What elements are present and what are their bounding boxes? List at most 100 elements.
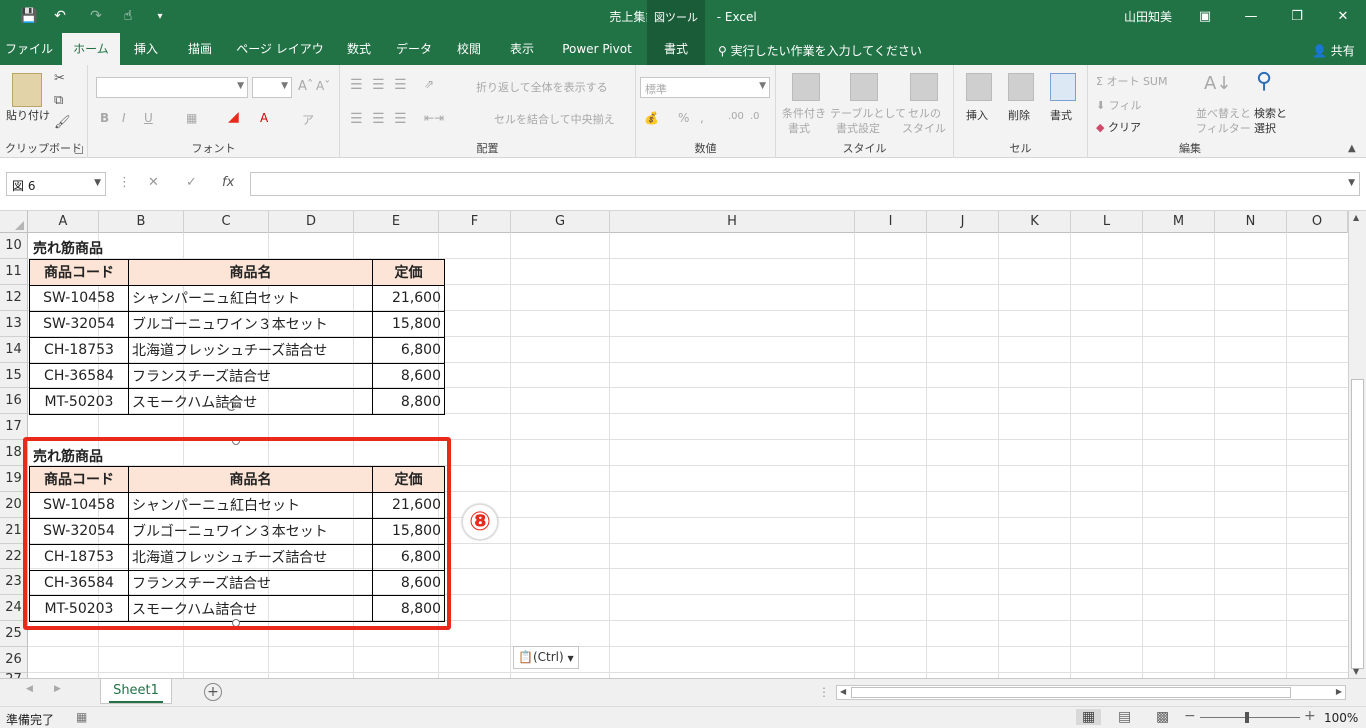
share-button[interactable]: 👤 共有: [1312, 42, 1355, 59]
clear-button[interactable]: ◆ クリア: [1096, 119, 1141, 135]
name-box[interactable]: 図 6 ▼: [6, 172, 106, 196]
cancel-entry-icon[interactable]: ✕: [148, 175, 159, 190]
format-cells-button[interactable]: 書式: [1050, 107, 1072, 123]
column-header-a[interactable]: A: [28, 211, 99, 233]
select-all-button[interactable]: [0, 211, 28, 233]
ribbon-display-icon[interactable]: ▣: [1182, 0, 1228, 33]
comma-style-icon[interactable]: ,: [700, 111, 704, 125]
decrease-decimal-icon[interactable]: .0: [750, 111, 760, 122]
product-code-cell[interactable]: SW-10458: [29, 284, 129, 312]
product-code-cell[interactable]: SW-32054: [29, 310, 129, 338]
align-middle-icon[interactable]: ☰: [372, 77, 385, 93]
align-center-icon[interactable]: ☰: [372, 111, 385, 127]
indent-icon[interactable]: ⇤⇥: [424, 111, 444, 125]
increase-font-icon[interactable]: Aˆ: [298, 79, 313, 94]
tab-picture-format[interactable]: 書式: [647, 33, 705, 65]
zoom-slider-knob[interactable]: [1245, 712, 1249, 723]
zoom-in-icon[interactable]: +: [1304, 708, 1316, 724]
percent-style-icon[interactable]: %: [678, 111, 689, 125]
scroll-up-icon[interactable]: ▲: [1353, 213, 1359, 222]
fill-color-icon[interactable]: ◢: [228, 109, 239, 125]
product-name-cell[interactable]: ブルゴーニュワイン３本セット: [128, 310, 373, 338]
tab-formulas[interactable]: 数式: [336, 33, 382, 65]
row-header[interactable]: 15: [0, 363, 28, 388]
column-header-j[interactable]: J: [927, 211, 999, 233]
accounting-format-icon[interactable]: 💰: [644, 111, 659, 125]
insert-cells-button[interactable]: 挿入: [966, 107, 988, 123]
row-header[interactable]: 11: [0, 259, 28, 285]
underline-icon[interactable]: U: [144, 111, 153, 125]
row-header[interactable]: 12: [0, 285, 28, 311]
row-header[interactable]: 16: [0, 388, 28, 414]
copy-icon[interactable]: ⧉: [54, 93, 63, 108]
format-as-table-button[interactable]: テーブルとして: [830, 105, 906, 121]
borders-icon[interactable]: ▦: [186, 111, 197, 125]
zoom-slider[interactable]: [1200, 717, 1300, 718]
row-header[interactable]: 10: [0, 233, 28, 259]
column-header-n[interactable]: N: [1215, 211, 1287, 233]
fill-button[interactable]: ⬇ フィル: [1096, 97, 1142, 113]
decrease-font-icon[interactable]: Aˇ: [316, 79, 330, 93]
price-cell[interactable]: 21,600: [372, 284, 445, 312]
header-cell[interactable]: 定価: [372, 259, 445, 286]
find-select-icon[interactable]: ⚲: [1256, 69, 1272, 94]
formula-input[interactable]: ▼: [250, 172, 1360, 196]
format-painter-icon[interactable]: 🖌: [54, 115, 71, 130]
tab-view[interactable]: 表示: [500, 33, 544, 65]
autosum-button[interactable]: Σ オート SUM: [1096, 73, 1167, 89]
row-header[interactable]: 14: [0, 337, 28, 363]
cell-styles-button[interactable]: セルの: [908, 105, 941, 121]
price-cell[interactable]: 6,800: [372, 336, 445, 364]
format-as-table-icon[interactable]: [850, 73, 878, 101]
clipboard-launcher-icon[interactable]: [75, 146, 83, 154]
cell-styles-icon[interactable]: [910, 73, 938, 101]
scroll-right-icon[interactable]: ▶: [1336, 687, 1342, 696]
tab-review[interactable]: 校閲: [446, 33, 492, 65]
column-header-i[interactable]: I: [855, 211, 927, 233]
save-icon[interactable]: 💾: [18, 6, 40, 26]
insert-function-icon[interactable]: fx: [222, 175, 234, 190]
delete-cells-button[interactable]: 削除: [1008, 107, 1030, 123]
column-header-m[interactable]: M: [1143, 211, 1215, 233]
scroll-left-icon[interactable]: ◀: [840, 687, 846, 696]
column-header-f[interactable]: F: [439, 211, 511, 233]
bold-icon[interactable]: B: [100, 111, 109, 125]
column-header-b[interactable]: B: [99, 211, 184, 233]
find-select-button[interactable]: 検索と: [1254, 105, 1287, 121]
number-format-combo[interactable]: 標準 ▼: [640, 77, 770, 98]
sort-filter-icon[interactable]: A↓: [1204, 73, 1231, 94]
font-size-combo[interactable]: ▼: [252, 77, 292, 98]
delete-cells-icon[interactable]: [1008, 73, 1034, 101]
zoom-out-icon[interactable]: −: [1184, 708, 1196, 724]
column-header-l[interactable]: L: [1071, 211, 1143, 233]
product-code-cell[interactable]: CH-18753: [29, 336, 129, 364]
zoom-level[interactable]: 100%: [1324, 711, 1358, 725]
add-sheet-icon[interactable]: +: [204, 683, 222, 701]
merge-center-button[interactable]: セルを結合して中央揃え: [494, 111, 615, 127]
row-header[interactable]: 13: [0, 311, 28, 337]
sort-filter-button[interactable]: 並べ替えと: [1196, 105, 1251, 121]
align-right-icon[interactable]: ☰: [394, 111, 407, 127]
tab-power-pivot[interactable]: Power Pivot: [556, 33, 638, 65]
customize-qat-icon[interactable]: ▾: [152, 6, 168, 26]
row-header[interactable]: 17: [0, 414, 28, 440]
conditional-format-button[interactable]: 条件付き: [782, 105, 826, 121]
macro-record-icon[interactable]: ▦: [76, 710, 87, 724]
product-name-cell[interactable]: スモークハム詰合せ: [128, 388, 373, 416]
product-code-cell[interactable]: CH-36584: [29, 362, 129, 390]
restore-icon[interactable]: ❐: [1274, 0, 1320, 33]
wrap-text-button[interactable]: 折り返して全体を表示する: [476, 79, 608, 95]
page-layout-view-icon[interactable]: ▤: [1118, 709, 1131, 725]
column-header-g[interactable]: G: [511, 211, 610, 233]
insert-cells-icon[interactable]: [966, 73, 992, 101]
vertical-scroll-thumb[interactable]: [1351, 379, 1364, 669]
font-color-icon[interactable]: A: [260, 111, 268, 125]
increase-decimal-icon[interactable]: .00: [728, 111, 744, 122]
font-name-combo[interactable]: ▼: [96, 77, 248, 98]
collapse-ribbon-icon[interactable]: ▲: [1348, 143, 1356, 154]
align-top-icon[interactable]: ☰: [350, 77, 363, 93]
italic-icon[interactable]: I: [122, 111, 126, 125]
tab-home[interactable]: ホーム: [62, 33, 120, 65]
tab-draw[interactable]: 描画: [178, 33, 222, 65]
header-cell[interactable]: 商品名: [128, 259, 373, 286]
